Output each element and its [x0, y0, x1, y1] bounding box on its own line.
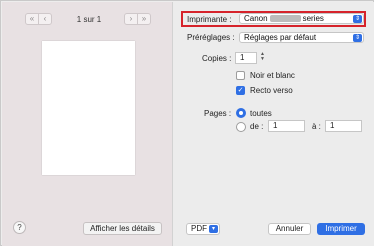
copies-stepper[interactable]: ▲ ▼ — [259, 52, 266, 64]
previous-page-buttons: « ‹ — [25, 13, 52, 25]
print-dialog: « ‹ 1 sur 1 › » ? Afficher les détails I… — [0, 0, 374, 246]
show-details-button[interactable]: Afficher les détails — [83, 222, 162, 235]
pages-to-field[interactable]: 1 — [325, 120, 362, 132]
pages-all-radio[interactable] — [236, 108, 246, 118]
printer-row-highlight: Imprimante : Canon series ⇕ — [181, 11, 366, 27]
pages-range-radio[interactable] — [236, 122, 246, 132]
presets-select[interactable]: Réglages par défaut ⇕ — [239, 32, 364, 43]
chevron-down-icon: ▾ — [209, 225, 218, 233]
printer-name-prefix: Canon — [244, 14, 268, 23]
presets-value: Réglages par défaut — [244, 33, 317, 42]
settings-pane: Imprimante : Canon series ⇕ Préréglages :… — [172, 2, 374, 246]
print-button[interactable]: Imprimer — [317, 223, 365, 235]
bw-label: Noir et blanc — [250, 71, 295, 80]
printer-name-suffix: series — [302, 14, 324, 23]
chevron-updown-icon: ⇕ — [353, 15, 362, 23]
page-preview — [42, 41, 135, 175]
pages-from-field[interactable]: 1 — [268, 120, 305, 132]
presets-label: Préréglages : — [187, 33, 235, 42]
pages-all-label: toutes — [250, 109, 272, 118]
last-page-icon[interactable]: » — [138, 14, 150, 24]
pages-label: Pages : — [204, 109, 232, 118]
copies-field[interactable]: 1 — [235, 52, 257, 64]
pdf-label: PDF — [191, 224, 207, 233]
pdf-menu-button[interactable]: PDF ▾ — [186, 223, 220, 235]
first-page-icon[interactable]: « — [26, 14, 38, 24]
preview-pane: « ‹ 1 sur 1 › » ? Afficher les détails — [2, 2, 172, 246]
next-page-icon[interactable]: › — [125, 14, 137, 24]
pages-to-label: à : — [312, 122, 321, 131]
printer-label: Imprimante : — [187, 15, 232, 24]
page-indicator: 1 sur 1 — [76, 15, 102, 24]
cancel-button[interactable]: Annuler — [268, 223, 311, 235]
previous-page-icon[interactable]: ‹ — [39, 14, 51, 24]
duplex-checkbox[interactable]: ✓ — [236, 86, 245, 95]
help-button[interactable]: ? — [13, 221, 26, 234]
copies-label: Copies : — [202, 54, 232, 63]
next-page-buttons: › » — [124, 13, 151, 25]
redacted-model — [269, 15, 301, 22]
printer-select[interactable]: Canon series ⇕ — [239, 13, 364, 24]
bw-checkbox[interactable] — [236, 71, 245, 80]
chevron-updown-icon: ⇕ — [353, 34, 362, 42]
pages-from-label: de : — [250, 122, 264, 131]
duplex-label: Recto verso — [250, 86, 293, 95]
